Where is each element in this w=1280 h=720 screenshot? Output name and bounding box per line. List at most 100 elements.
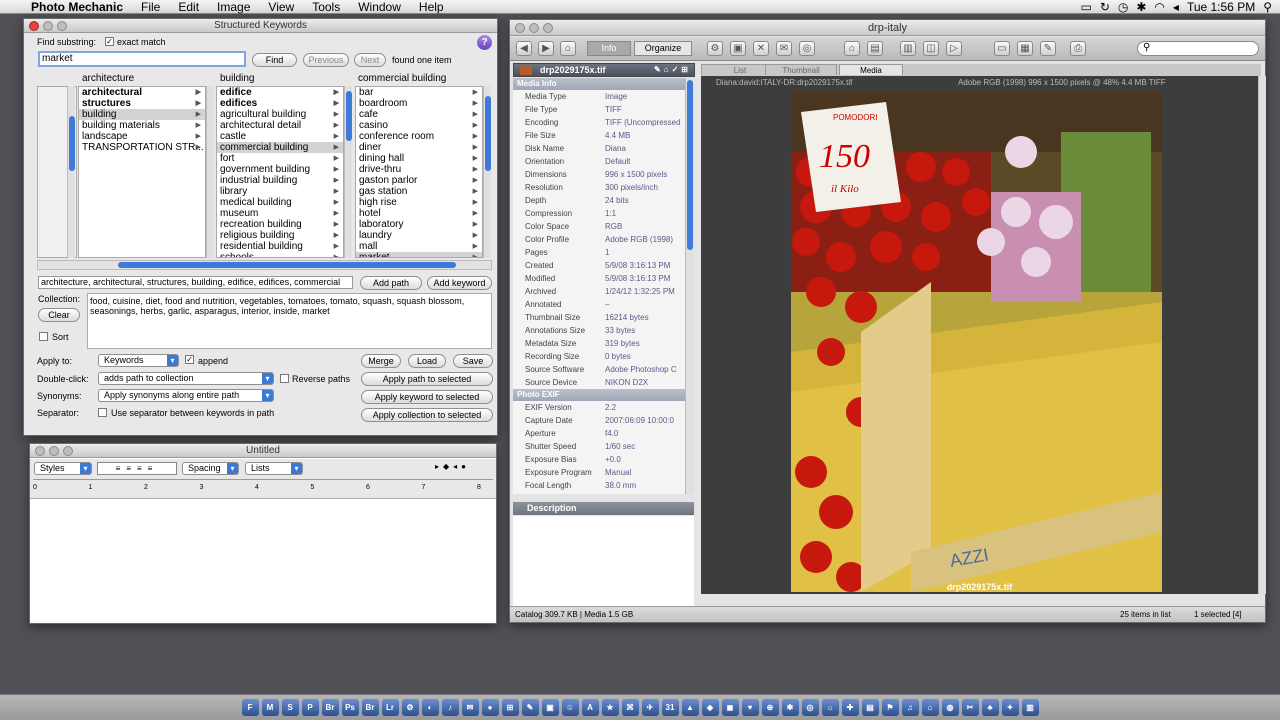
list-item[interactable]: library ▶ [217, 186, 343, 197]
list-item[interactable]: cafe ▶ [356, 109, 482, 120]
append-checkbox[interactable]: ✓ [185, 355, 194, 364]
add-keyword-button[interactable]: Add keyword [427, 276, 492, 290]
tab-media[interactable]: Media [839, 64, 903, 75]
title-bar[interactable]: Structured Keywords [24, 19, 497, 33]
lists-select[interactable]: Lists [245, 462, 303, 475]
forward-icon[interactable]: ▶ [538, 41, 554, 56]
dock-app-icon[interactable]: ✦ [1001, 699, 1019, 716]
home-icon[interactable]: ⌂ [844, 41, 860, 56]
compare-icon[interactable]: ◫ [923, 41, 939, 56]
list-item[interactable]: religious building ▶ [217, 230, 343, 241]
dock-app-icon[interactable]: P [301, 699, 319, 716]
market-photo[interactable]: POMODORI 150 il Kilo AZZI [791, 92, 1162, 592]
alignment-buttons[interactable]: ≡≡≡≡ [97, 462, 177, 475]
list-item[interactable]: laundry ▶ [356, 230, 482, 241]
dock-app-icon[interactable]: ★ [601, 699, 619, 716]
back-icon[interactable]: ◀ [516, 41, 532, 56]
dock-app-icon[interactable]: ● [481, 699, 499, 716]
column-1[interactable]: architectural ▶ structures ▶ building ▶ buildi… [78, 86, 206, 258]
volume-icon[interactable]: ◂ [1173, 0, 1179, 14]
column-2[interactable]: edifice ▶ edifices ▶ agricultural building ▶ a… [216, 86, 344, 258]
column-0-scrollbar[interactable] [67, 86, 75, 258]
description-header[interactable]: Description [513, 502, 694, 515]
close-icon[interactable] [515, 23, 525, 33]
gear-icon[interactable]: ⚙ [707, 41, 723, 56]
caption-icon[interactable]: ▭ [994, 41, 1010, 56]
synonyms-select[interactable]: Apply synonyms along entire path [98, 389, 274, 402]
info-toggle[interactable]: Info [587, 41, 631, 56]
list-item[interactable]: boardroom ▶ [356, 98, 482, 109]
find-button[interactable]: Find [252, 53, 297, 67]
minimize-icon[interactable] [49, 446, 59, 456]
load-button[interactable]: Load [408, 354, 446, 368]
list-item[interactable]: agricultural building ▶ [217, 109, 343, 120]
dock-app-icon[interactable]: Lr [381, 699, 399, 716]
next-button[interactable]: Next [354, 53, 386, 67]
edit-icon[interactable]: ✎ [1040, 41, 1056, 56]
dock-app-icon[interactable]: ◼ [721, 699, 739, 716]
dock-app-icon[interactable]: ✉ [461, 699, 479, 716]
email-icon[interactable]: ✉ [776, 41, 792, 56]
dock-app-icon[interactable]: ⌘ [621, 699, 639, 716]
ruler[interactable]: 0 1 2 3 4 5 6 7 8 [33, 479, 493, 497]
save-button[interactable]: Save [453, 354, 493, 368]
layout-icon[interactable]: ▥ [900, 41, 916, 56]
dock-app-icon[interactable]: ▲ [681, 699, 699, 716]
list-item[interactable]: conference room ▶ [356, 131, 482, 142]
bluetooth-icon[interactable]: ✱ [1136, 0, 1146, 14]
tab-controls-icon[interactable]: ✎⌂✓⊞ [654, 64, 691, 76]
close-icon[interactable] [29, 21, 39, 31]
organize-toggle[interactable]: Organize [634, 41, 692, 56]
spotlight-icon[interactable]: ⚲ [1263, 0, 1272, 14]
list-item[interactable]: fort ▶ [217, 153, 343, 164]
dock-app-icon[interactable]: ⌂ [921, 699, 939, 716]
apply-to-select[interactable]: Keywords [98, 354, 179, 367]
preview-icon[interactable]: ▣ [730, 41, 746, 56]
dock-app-icon[interactable]: ▥ [1021, 699, 1039, 716]
dock-app-icon[interactable]: ✎ [521, 699, 539, 716]
dock-app-icon[interactable]: ◍ [941, 699, 959, 716]
styles-select[interactable]: Styles [34, 462, 92, 475]
up-icon[interactable]: ⌂ [560, 41, 576, 56]
wifi-icon[interactable]: ◠ [1154, 0, 1164, 14]
list-item[interactable]: high rise ▶ [356, 197, 482, 208]
list-item[interactable]: casino ▶ [356, 120, 482, 131]
dock-app-icon[interactable]: 31 [661, 699, 679, 716]
delete-icon[interactable]: ✕ [753, 41, 769, 56]
list-item[interactable]: building ▶ [79, 109, 205, 120]
exact-match-checkbox[interactable]: ✓ [105, 37, 114, 46]
column-3[interactable]: bar ▶ boardroom ▶ cafe ▶ casino ▶ conference roo… [355, 86, 483, 258]
reverse-paths-checkbox[interactable] [280, 374, 289, 383]
dock-app-icon[interactable]: ▤ [861, 699, 879, 716]
list-item[interactable]: castle ▶ [217, 131, 343, 142]
dock-app-icon[interactable]: ⊞ [501, 699, 519, 716]
menu-help[interactable]: Help [410, 0, 453, 14]
dock-app-icon[interactable]: ⚑ [881, 699, 899, 716]
viewer-scrollbar[interactable] [1258, 76, 1266, 594]
list-item[interactable]: architectural detail ▶ [217, 120, 343, 131]
list-item[interactable]: gaston parlor ▶ [356, 175, 482, 186]
dock-app-icon[interactable]: ☺ [561, 699, 579, 716]
dock-app-icon[interactable]: Ps [341, 699, 359, 716]
list-item[interactable]: edifices ▶ [217, 98, 343, 109]
list-item[interactable]: market ▶ [356, 252, 482, 257]
column-2-scrollbar[interactable] [344, 86, 352, 258]
time-machine-icon[interactable]: ◷ [1118, 0, 1128, 14]
collection-field[interactable]: food, cuisine, diet, food and nutrition,… [87, 293, 492, 349]
dock-app-icon[interactable]: F [241, 699, 259, 716]
list-item[interactable]: architectural ▶ [79, 87, 205, 98]
dock-app-icon[interactable]: ⊕ [761, 699, 779, 716]
search-input[interactable]: market [38, 51, 246, 67]
help-icon[interactable]: ? [477, 35, 492, 50]
dock-app-icon[interactable]: ✂ [961, 699, 979, 716]
search-input[interactable]: ⚲ [1137, 41, 1259, 56]
list-item[interactable]: commercial building ▶ [217, 142, 343, 153]
zoom-icon[interactable] [543, 23, 553, 33]
menu-window[interactable]: Window [349, 0, 410, 14]
apply-path-button[interactable]: Apply path to selected [361, 372, 493, 386]
list-item[interactable]: industrial building ▶ [217, 175, 343, 186]
list-item[interactable]: drive-thru ▶ [356, 164, 482, 175]
dock-app-icon[interactable]: ☼ [821, 699, 839, 716]
list-item[interactable]: structures ▶ [79, 98, 205, 109]
burn-icon[interactable]: ◎ [799, 41, 815, 56]
